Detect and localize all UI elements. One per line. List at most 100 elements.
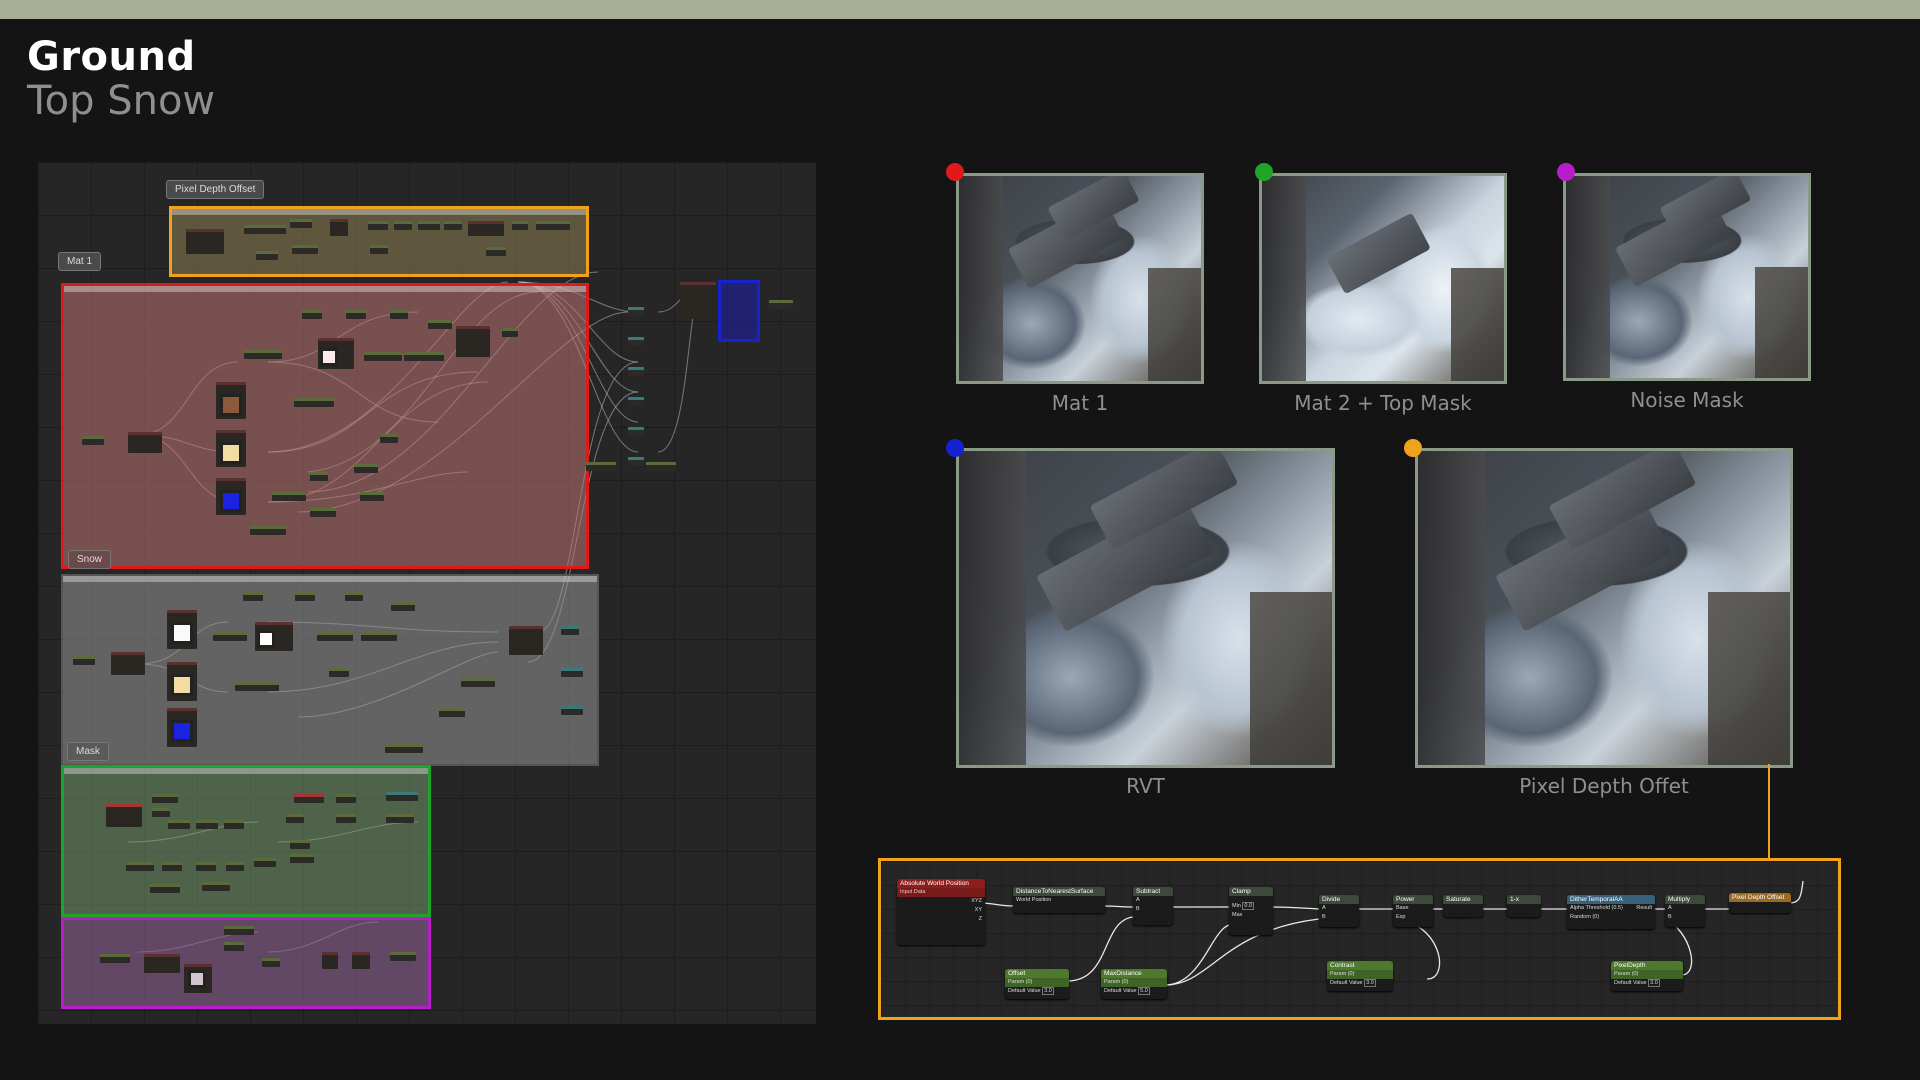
graph-node[interactable]	[390, 952, 416, 961]
default-value-row[interactable]: Default Value 5.0	[1101, 987, 1167, 996]
graph-node[interactable]	[272, 492, 306, 501]
default-value-row[interactable]: Default Value 3.0	[1611, 979, 1683, 988]
pin-result[interactable]: Result	[1636, 905, 1652, 912]
pin-alpha-threshold[interactable]: Alpha Threshold (0.5) Result	[1567, 904, 1655, 913]
default-value-row[interactable]: Default Value 3.0	[1005, 987, 1069, 996]
graph-node[interactable]	[329, 668, 349, 677]
comment-tag-pixel-depth-offset[interactable]: Pixel Depth Offset	[166, 180, 265, 199]
default-value-field[interactable]: 3.0	[1042, 987, 1054, 995]
comment-box-rvt[interactable]	[718, 280, 760, 342]
node-divide[interactable]: Divide A B	[1319, 895, 1359, 927]
graph-node[interactable]	[322, 952, 338, 969]
graph-node[interactable]	[360, 492, 384, 501]
graph-node[interactable]	[294, 398, 334, 407]
graph-node[interactable]	[254, 858, 276, 867]
graph-node[interactable]	[162, 862, 182, 871]
graph-node[interactable]	[111, 652, 145, 675]
graph-node[interactable]	[428, 320, 452, 329]
graph-node[interactable]	[292, 245, 318, 254]
pin-base[interactable]: Base	[1393, 904, 1433, 913]
pin-xyz[interactable]: XYZ	[897, 897, 985, 906]
node-subtract[interactable]: Subtract A B	[1133, 887, 1173, 925]
graph-node[interactable]	[345, 592, 363, 601]
node-clamp[interactable]: Clamp Min 0.0 Max	[1229, 887, 1273, 935]
graph-node[interactable]	[330, 219, 348, 236]
comment-box-mask[interactable]: Mask	[61, 574, 599, 766]
node-power[interactable]: Power Base Exp	[1393, 895, 1433, 927]
graph-node[interactable]	[295, 592, 315, 601]
pin-a[interactable]: A	[1133, 896, 1173, 905]
pin-max[interactable]: Max	[1229, 911, 1273, 920]
graph-node[interactable]	[628, 397, 644, 406]
graph-node[interactable]	[502, 328, 518, 337]
graph-node[interactable]	[486, 247, 506, 256]
graph-node[interactable]	[386, 792, 418, 801]
graph-node[interactable]	[73, 656, 95, 665]
graph-node[interactable]	[213, 632, 247, 641]
graph-node[interactable]	[586, 462, 616, 471]
graph-node[interactable]	[317, 632, 353, 641]
graph-node[interactable]	[456, 326, 490, 357]
graph-node[interactable]	[226, 862, 244, 871]
comment-tag-mat1[interactable]: Mat 1	[58, 252, 102, 271]
graph-node[interactable]	[354, 464, 378, 473]
graph-node[interactable]	[386, 814, 414, 823]
graph-node[interactable]	[106, 804, 142, 827]
graph-node[interactable]	[336, 794, 356, 803]
graph-node[interactable]	[152, 794, 178, 803]
node-distance-to-nearest-surface[interactable]: DistanceToNearestSurface World Position	[1013, 887, 1105, 913]
graph-node[interactable]	[368, 221, 388, 230]
graph-node[interactable]	[290, 219, 312, 228]
graph-node[interactable]	[310, 472, 328, 481]
graph-node[interactable]	[126, 862, 154, 871]
graph-node[interactable]	[444, 221, 462, 230]
graph-node[interactable]	[536, 221, 570, 230]
graph-node[interactable]	[561, 626, 579, 635]
min-value-field[interactable]: 0.0	[1242, 902, 1255, 910]
pin-min[interactable]: Min 0.0	[1229, 902, 1273, 911]
pin-b[interactable]: B	[1665, 913, 1705, 922]
graph-node[interactable]	[394, 221, 412, 230]
comment-tag-mask[interactable]: Mask	[67, 742, 109, 761]
material-output-node[interactable]	[680, 282, 716, 319]
graph-node[interactable]	[439, 708, 465, 717]
node-pixel-depth-offset-output[interactable]: Pixel Depth Offset	[1729, 893, 1791, 913]
graph-node[interactable]	[336, 814, 356, 823]
graph-node[interactable]	[262, 958, 280, 967]
graph-node[interactable]	[628, 427, 644, 436]
default-value-field[interactable]: 5.0	[1138, 987, 1150, 995]
graph-node[interactable]	[346, 310, 366, 319]
graph-node[interactable]	[385, 744, 423, 753]
graph-node[interactable]	[461, 678, 495, 687]
node-pixel-depth-param[interactable]: PixelDepth Param (0) Default Value 3.0	[1611, 961, 1683, 991]
graph-node[interactable]	[152, 808, 170, 817]
node-one-minus[interactable]: 1-x	[1507, 895, 1541, 917]
graph-node[interactable]	[244, 350, 282, 359]
graph-node[interactable]	[186, 229, 224, 254]
pin-a[interactable]: A	[1665, 904, 1705, 913]
graph-node[interactable]	[512, 221, 528, 230]
graph-node[interactable]	[390, 310, 408, 319]
graph-node[interactable]	[380, 434, 398, 443]
graph-node[interactable]	[468, 221, 504, 236]
graph-node[interactable]	[302, 310, 322, 319]
comment-box-noise-mask[interactable]	[61, 917, 431, 1009]
comment-tag-snow[interactable]: Snow	[68, 550, 112, 569]
pin-random[interactable]: Random (0)	[1567, 913, 1655, 922]
graph-node[interactable]	[235, 682, 279, 691]
graph-node[interactable]	[364, 352, 402, 361]
graph-node[interactable]	[391, 602, 415, 611]
graph-node[interactable]	[370, 245, 388, 254]
graph-node[interactable]	[224, 942, 244, 951]
graph-node[interactable]	[196, 820, 218, 829]
pin-a[interactable]: A	[1319, 904, 1359, 913]
graph-node[interactable]	[128, 432, 162, 453]
pin-exp[interactable]: Exp	[1393, 913, 1433, 922]
graph-node[interactable]	[290, 840, 310, 849]
graph-node[interactable]	[418, 221, 440, 230]
graph-node[interactable]	[628, 307, 644, 316]
comment-box-mat2-top-mask[interactable]	[61, 765, 431, 917]
graph-node[interactable]	[250, 526, 286, 535]
graph-node[interactable]	[310, 508, 336, 517]
graph-node[interactable]	[244, 225, 286, 234]
